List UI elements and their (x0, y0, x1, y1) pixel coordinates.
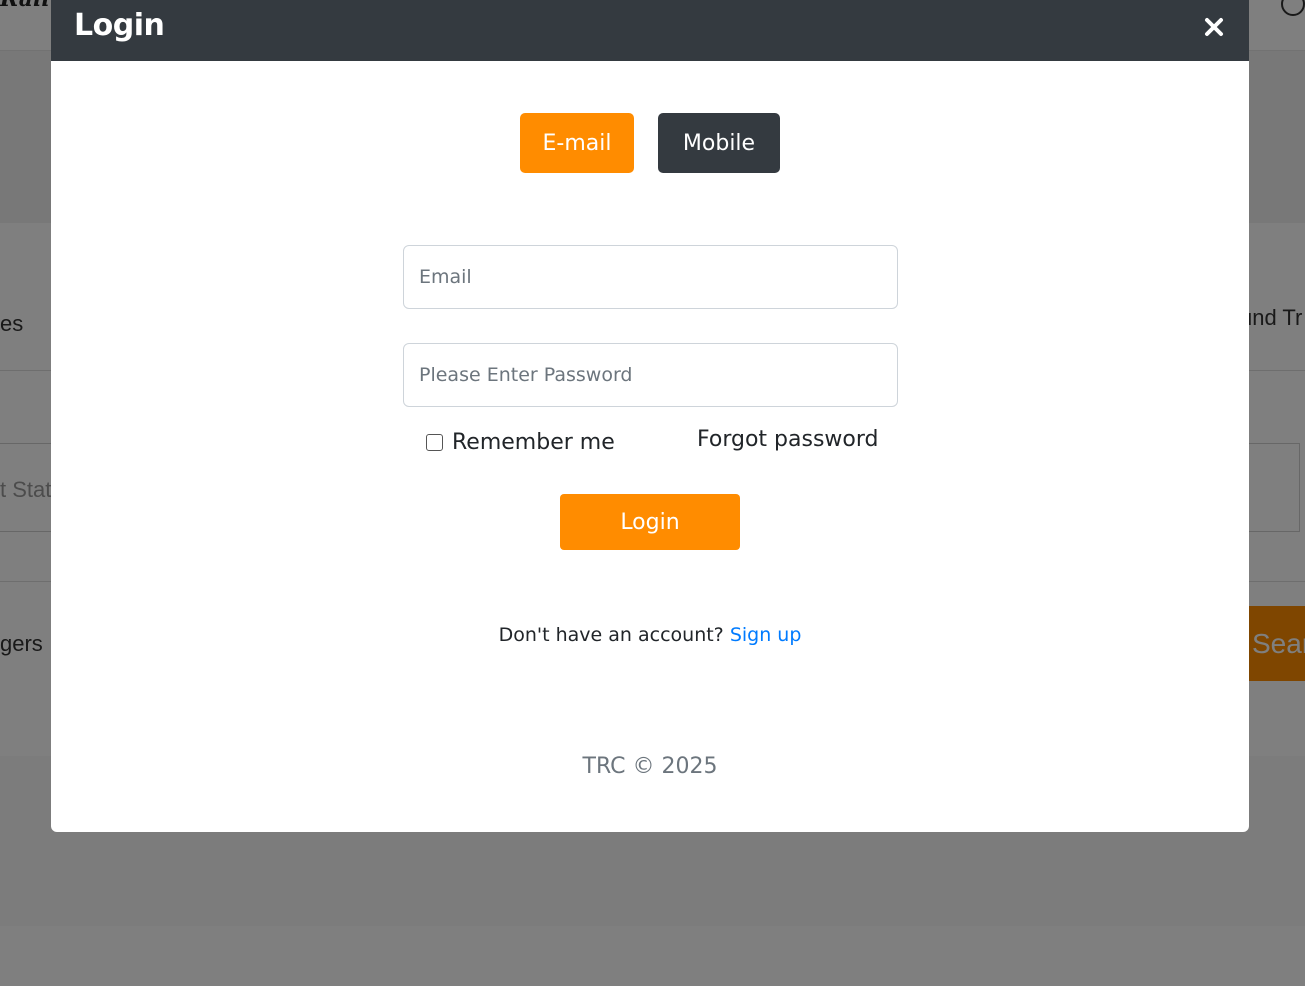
modal-header: Login (51, 0, 1249, 61)
modal-title: Login (74, 8, 165, 43)
modal-footer-copyright: TRC © 2025 (582, 754, 718, 779)
forgot-password-link[interactable]: Forgot password (697, 427, 878, 452)
login-button[interactable]: Login (560, 494, 740, 550)
remember-me-label[interactable]: Remember me (452, 430, 615, 455)
mobile-tab-button[interactable]: Mobile (658, 113, 780, 173)
close-button[interactable] (1199, 12, 1229, 42)
signup-row: Don't have an account? Sign up (51, 624, 1249, 646)
remember-me-checkbox[interactable] (426, 433, 443, 451)
close-icon (1205, 18, 1223, 36)
email-tab-button[interactable]: E-mail (520, 113, 634, 173)
remember-me-row[interactable]: Remember me (426, 428, 615, 456)
password-field[interactable] (403, 343, 898, 407)
login-modal: Login E-mail Mobile Remember me Forgot p… (51, 0, 1249, 832)
signup-link[interactable]: Sign up (730, 624, 802, 646)
email-field[interactable] (403, 245, 898, 309)
signup-prompt: Don't have an account? (498, 624, 724, 646)
